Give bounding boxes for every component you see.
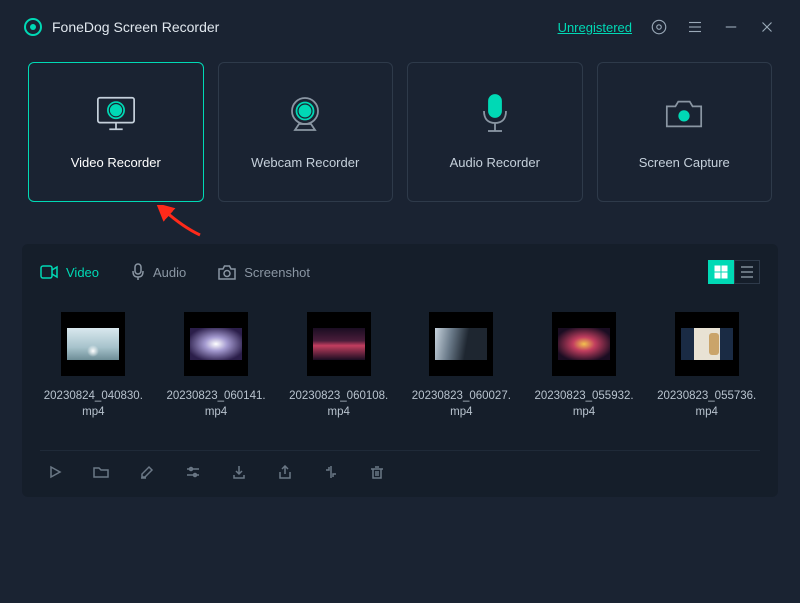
- title-left: FoneDog Screen Recorder: [24, 18, 219, 36]
- tab-label: Video: [66, 265, 99, 280]
- settings-icon[interactable]: [650, 18, 668, 36]
- thumbnail: [61, 312, 125, 376]
- mode-label: Webcam Recorder: [251, 155, 359, 170]
- edit-icon[interactable]: [138, 463, 156, 481]
- file-item[interactable]: 20230823_060141.mp4: [163, 312, 270, 420]
- title-right: Unregistered: [558, 18, 776, 36]
- thumbnail: [307, 312, 371, 376]
- view-toggle: [708, 260, 760, 284]
- titlebar: FoneDog Screen Recorder Unregistered: [0, 0, 800, 50]
- minimize-icon[interactable]: [722, 18, 740, 36]
- library-panel: Video Audio Screenshot 20230824_040830.m…: [22, 244, 778, 497]
- mode-label: Screen Capture: [639, 155, 730, 170]
- file-item[interactable]: 20230823_055736.mp4: [653, 312, 760, 420]
- close-icon[interactable]: [758, 18, 776, 36]
- mode-screen-capture[interactable]: Screen Capture: [597, 62, 773, 202]
- thumbnail: [675, 312, 739, 376]
- tab-video[interactable]: Video: [40, 265, 99, 280]
- play-icon[interactable]: [46, 463, 64, 481]
- thumbnail: [184, 312, 248, 376]
- menu-icon[interactable]: [686, 18, 704, 36]
- annotation-arrow-icon: [155, 205, 205, 240]
- library-toolbar: [40, 450, 760, 483]
- convert-icon[interactable]: [322, 463, 340, 481]
- file-name: 20230823_060027.mp4: [408, 388, 515, 420]
- file-item[interactable]: 20230823_060108.mp4: [285, 312, 392, 420]
- file-name: 20230823_055736.mp4: [653, 388, 760, 420]
- mode-audio-recorder[interactable]: Audio Recorder: [407, 62, 583, 202]
- mode-selector: Video Recorder Webcam Recorder Audio Rec…: [0, 50, 800, 202]
- download-icon[interactable]: [230, 463, 248, 481]
- mode-label: Audio Recorder: [450, 155, 540, 170]
- file-item[interactable]: 20230824_040830.mp4: [40, 312, 147, 420]
- thumbnail: [429, 312, 493, 376]
- library-tabs-left: Video Audio Screenshot: [40, 263, 310, 281]
- registration-link[interactable]: Unregistered: [558, 20, 632, 35]
- list-view-button[interactable]: [734, 260, 760, 284]
- file-name: 20230824_040830.mp4: [40, 388, 147, 420]
- file-name: 20230823_055932.mp4: [531, 388, 638, 420]
- mode-video-recorder[interactable]: Video Recorder: [28, 62, 204, 202]
- grid-view-button[interactable]: [708, 260, 734, 284]
- trash-icon[interactable]: [368, 463, 386, 481]
- file-item[interactable]: 20230823_060027.mp4: [408, 312, 515, 420]
- file-name: 20230823_060141.mp4: [163, 388, 270, 420]
- mode-label: Video Recorder: [71, 155, 161, 170]
- camera-icon: [663, 95, 705, 133]
- library-tabs: Video Audio Screenshot: [40, 244, 760, 298]
- tab-label: Audio: [153, 265, 186, 280]
- file-item[interactable]: 20230823_055932.mp4: [531, 312, 638, 420]
- thumbnail: [552, 312, 616, 376]
- file-name: 20230823_060108.mp4: [285, 388, 392, 420]
- tab-label: Screenshot: [244, 265, 310, 280]
- microphone-icon: [474, 95, 516, 133]
- mode-webcam-recorder[interactable]: Webcam Recorder: [218, 62, 394, 202]
- app-logo-icon: [24, 18, 42, 36]
- tab-screenshot[interactable]: Screenshot: [218, 265, 310, 280]
- share-icon[interactable]: [276, 463, 294, 481]
- tab-audio[interactable]: Audio: [131, 263, 186, 281]
- files-grid: 20230824_040830.mp4 20230823_060141.mp4 …: [40, 298, 760, 450]
- app-title: FoneDog Screen Recorder: [52, 19, 219, 35]
- monitor-icon: [95, 95, 137, 133]
- settings-sliders-icon[interactable]: [184, 463, 202, 481]
- folder-icon[interactable]: [92, 463, 110, 481]
- webcam-icon: [284, 95, 326, 133]
